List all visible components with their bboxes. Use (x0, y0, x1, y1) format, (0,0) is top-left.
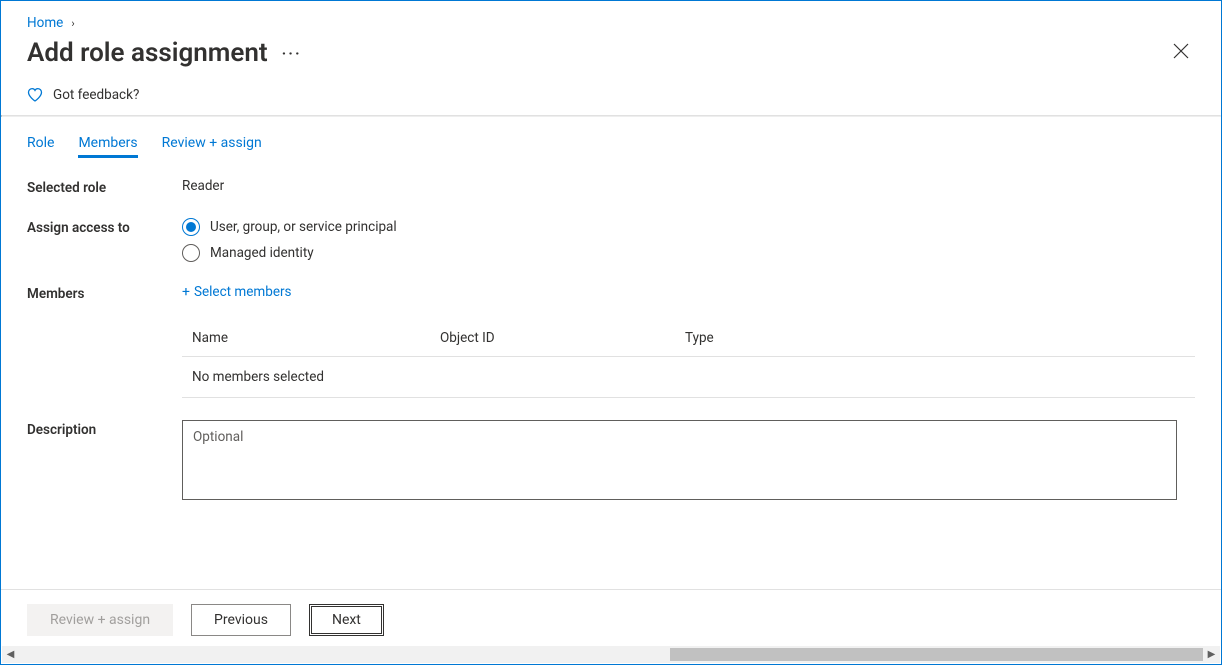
selected-role-label: Selected role (27, 178, 182, 196)
description-label: Description (27, 420, 182, 438)
main-scroll-area[interactable]: Role Members Review + assign Selected ro… (1, 117, 1221, 589)
review-assign-button: Review + assign (27, 604, 173, 636)
plus-icon: + (182, 285, 190, 299)
heart-icon (27, 87, 43, 103)
scroll-left-icon[interactable]: ◀ (2, 646, 19, 663)
radio-managed-identity-label: Managed identity (210, 245, 314, 261)
previous-button[interactable]: Previous (191, 604, 291, 636)
column-header-object-id[interactable]: Object ID (432, 322, 677, 357)
column-header-name[interactable]: Name (182, 322, 432, 357)
members-table: Name Object ID Type No members selected (182, 322, 1195, 398)
column-header-type[interactable]: Type (677, 322, 1195, 357)
breadcrumb: Home › (27, 15, 1195, 31)
horizontal-scrollbar[interactable]: ◀ ▶ (2, 646, 1220, 663)
select-members-text: Select members (194, 284, 292, 300)
radio-icon (182, 244, 200, 262)
page-title: Add role assignment (27, 38, 268, 68)
scroll-right-icon[interactable]: ▶ (1203, 646, 1220, 663)
description-textarea[interactable] (182, 420, 1177, 500)
selected-role-value: Reader (182, 178, 1195, 194)
assign-access-label: Assign access to (27, 218, 182, 236)
scrollbar-thumb[interactable] (670, 648, 1203, 661)
radio-user-group-label: User, group, or service principal (210, 219, 397, 235)
close-icon[interactable] (1167, 37, 1195, 69)
tab-review-assign[interactable]: Review + assign (162, 135, 262, 158)
members-label: Members (27, 284, 182, 302)
feedback-link[interactable]: Got feedback? (27, 87, 1195, 115)
feedback-label: Got feedback? (53, 87, 139, 103)
tab-members[interactable]: Members (78, 135, 137, 158)
members-empty-text: No members selected (182, 357, 1195, 398)
next-button[interactable]: Next (309, 604, 384, 636)
tabs: Role Members Review + assign (27, 117, 1195, 178)
radio-icon (182, 218, 200, 236)
radio-managed-identity[interactable]: Managed identity (182, 244, 1195, 262)
chevron-right-icon: › (71, 17, 74, 30)
table-row-empty: No members selected (182, 357, 1195, 398)
radio-user-group-service-principal[interactable]: User, group, or service principal (182, 218, 1195, 236)
select-members-link[interactable]: + Select members (182, 284, 292, 300)
breadcrumb-home-link[interactable]: Home (27, 15, 63, 31)
more-actions-icon[interactable]: ··· (282, 44, 302, 63)
tab-role[interactable]: Role (27, 135, 54, 158)
